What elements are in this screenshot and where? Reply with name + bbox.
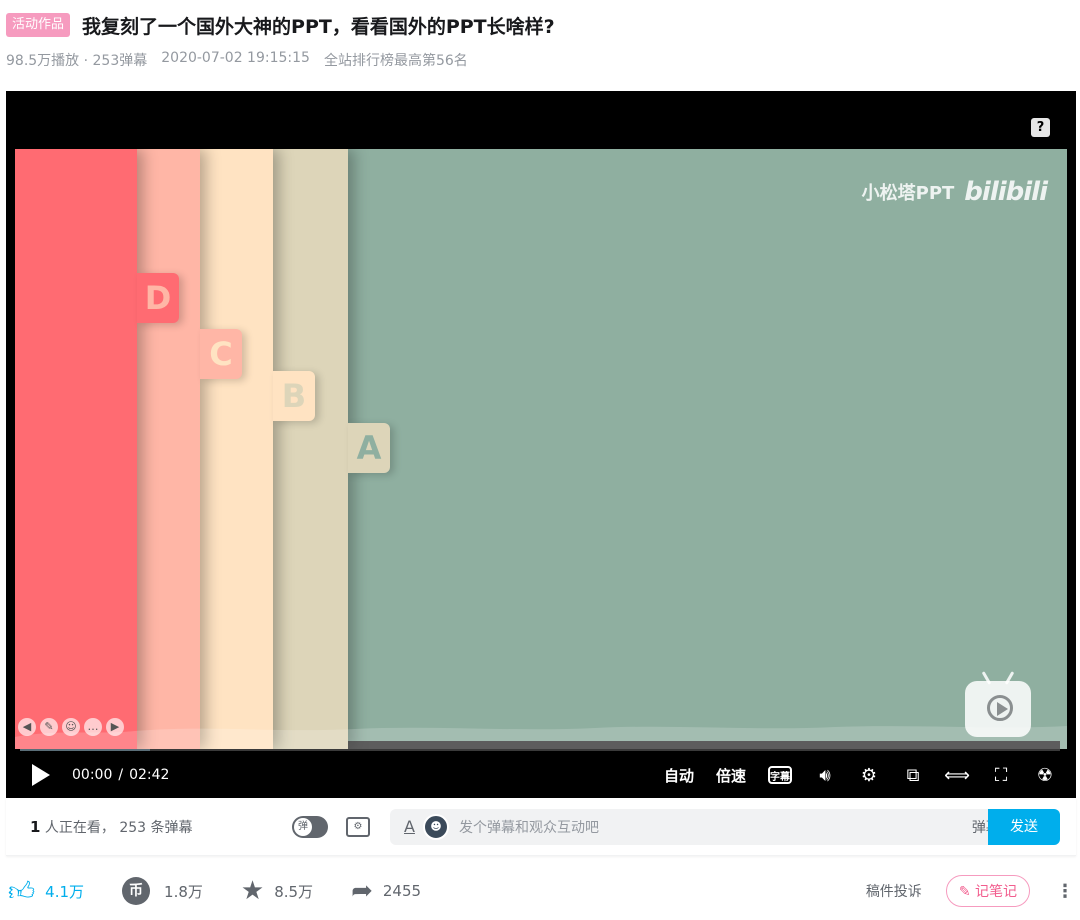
arrow-left-icon[interactable]: ◀ — [18, 718, 36, 736]
settings-icon[interactable]: ⚙ — [858, 764, 880, 786]
watermark: 小松塔PPT bilibili — [861, 177, 1048, 207]
favorite-count: 8.5万 — [274, 882, 314, 901]
coin-count: 1.8万 — [164, 882, 203, 901]
danmaku-wave — [15, 726, 1067, 749]
danmaku-input[interactable]: A ☻ 发个弹幕和观众互动吧 弹幕礼仪 > 发送 — [390, 808, 1060, 845]
danmaku-toggle-label: 弹 — [294, 817, 312, 836]
avatar[interactable]: ☻ — [422, 813, 449, 840]
star-icon: ★ — [240, 876, 265, 906]
title-row: 活动作品 我复刻了一个国外大神的PPT，看看国外的PPT长啥样? — [6, 11, 1074, 39]
quality-button[interactable]: 自动 — [664, 765, 694, 786]
total-time: 02:42 — [129, 767, 170, 783]
play-icon[interactable] — [32, 764, 50, 786]
subtitle-icon[interactable]: 字幕 — [768, 766, 792, 784]
rank-info[interactable]: 全站排行榜最高第56名 — [324, 50, 468, 70]
share-icon: ➦ — [351, 876, 373, 906]
thumbs-up-icon: 👍︎ — [8, 876, 36, 907]
slide-tab-a: A — [348, 423, 390, 473]
fullscreen-icon[interactable]: ☢ — [1034, 764, 1056, 786]
video-meta: 98.5万播放 · 253弹幕 2020-07-02 19:15:15 全站排行… — [6, 50, 468, 70]
like-button[interactable]: 👍︎ 4.1万 — [8, 876, 84, 907]
viewer-info: 1 人正在看， 253 条弹幕 — [30, 817, 292, 837]
take-note-button[interactable]: ✎ 记笔记 — [945, 875, 1030, 907]
slide-tab-c: C — [200, 329, 242, 379]
play-count: 98.5万播放 · 253弹幕 — [6, 53, 148, 69]
note-icon: ✎ — [958, 884, 975, 900]
video-frame[interactable]: D C B A 小松塔PPT bilibili — [15, 149, 1067, 749]
danmaku-count: 253 — [119, 819, 147, 836]
time-separator: / — [118, 767, 124, 783]
publish-date: 2020-07-02 19:15:15 — [161, 50, 310, 66]
arrow-right-icon[interactable]: ▶ — [106, 718, 124, 736]
coin-button[interactable]: 币 1.8万 — [122, 877, 203, 905]
danmaku-tools: ◀ ✎ ☺ … ▶ — [18, 718, 124, 736]
tv-play-icon[interactable] — [965, 681, 1031, 737]
more-options-icon[interactable]: ⋮ — [1056, 881, 1074, 902]
viewer-count: 1 — [30, 817, 41, 836]
web-fullscreen-icon[interactable]: ⛶ — [990, 764, 1012, 786]
favorite-button[interactable]: ★ 8.5万 — [241, 876, 313, 906]
player-controls: 00:00 / 02:42 自动 倍速 字幕 🔊︎ ⚙ ⧉ ⟺ ⛶ ☢ — [6, 753, 1076, 797]
slide-panel-d — [15, 149, 137, 749]
take-note-label: 记笔记 — [975, 884, 1017, 900]
danmaku-text: 条弹幕 — [150, 819, 193, 836]
font-style-icon[interactable]: A — [404, 817, 415, 836]
activity-tag[interactable]: 活动作品 — [6, 13, 71, 37]
like-count: 4.1万 — [45, 882, 85, 901]
slide-tab-d: D — [137, 273, 179, 323]
help-icon[interactable]: ? — [1031, 118, 1050, 137]
video-title: 我复刻了一个国外大神的PPT，看看国外的PPT长啥样? — [82, 15, 555, 38]
danmaku-toggle[interactable]: 弹 — [292, 815, 328, 838]
share-count: 2455 — [382, 882, 422, 900]
volume-icon[interactable]: 🔊︎ — [814, 764, 836, 786]
send-button[interactable]: 发送 — [988, 808, 1060, 845]
bilibili-logo: bilibili — [964, 177, 1048, 207]
pen-icon[interactable]: ✎ — [40, 718, 58, 736]
danmaku-settings-icon[interactable]: ⚙ — [346, 816, 370, 837]
more-icon[interactable]: … — [84, 718, 102, 736]
danmaku-placeholder[interactable]: 发个弹幕和观众互动吧 — [459, 817, 599, 837]
coin-icon: 币 — [122, 877, 151, 905]
share-button[interactable]: ➦ 2455 — [351, 876, 421, 906]
current-time: 00:00 — [72, 767, 113, 783]
slide-tab-b: B — [273, 371, 315, 421]
picture-in-picture-icon[interactable]: ⧉ — [902, 764, 924, 786]
emoji-icon[interactable]: ☺ — [62, 718, 80, 736]
danmaku-bar: 1 人正在看， 253 条弹幕 弹 ⚙ A ☻ 发个弹幕和观众互动吧 弹幕礼仪 … — [6, 798, 1076, 856]
watermark-text: 小松塔PPT — [861, 183, 955, 204]
video-player[interactable]: ? D C B A 小松塔PPT bilibili ◀ ✎ ☺ … ▶ 00:0… — [6, 91, 1076, 798]
viewer-text: 人正在看， — [44, 819, 115, 836]
widescreen-icon[interactable]: ⟺ — [944, 764, 970, 786]
report-link[interactable]: 稿件投诉 — [866, 881, 922, 901]
action-bar: 👍︎ 4.1万 币 1.8万 ★ 8.5万 ➦ 2455 稿件投诉 ✎ 记笔记 … — [8, 872, 1074, 910]
speed-button[interactable]: 倍速 — [716, 765, 746, 786]
